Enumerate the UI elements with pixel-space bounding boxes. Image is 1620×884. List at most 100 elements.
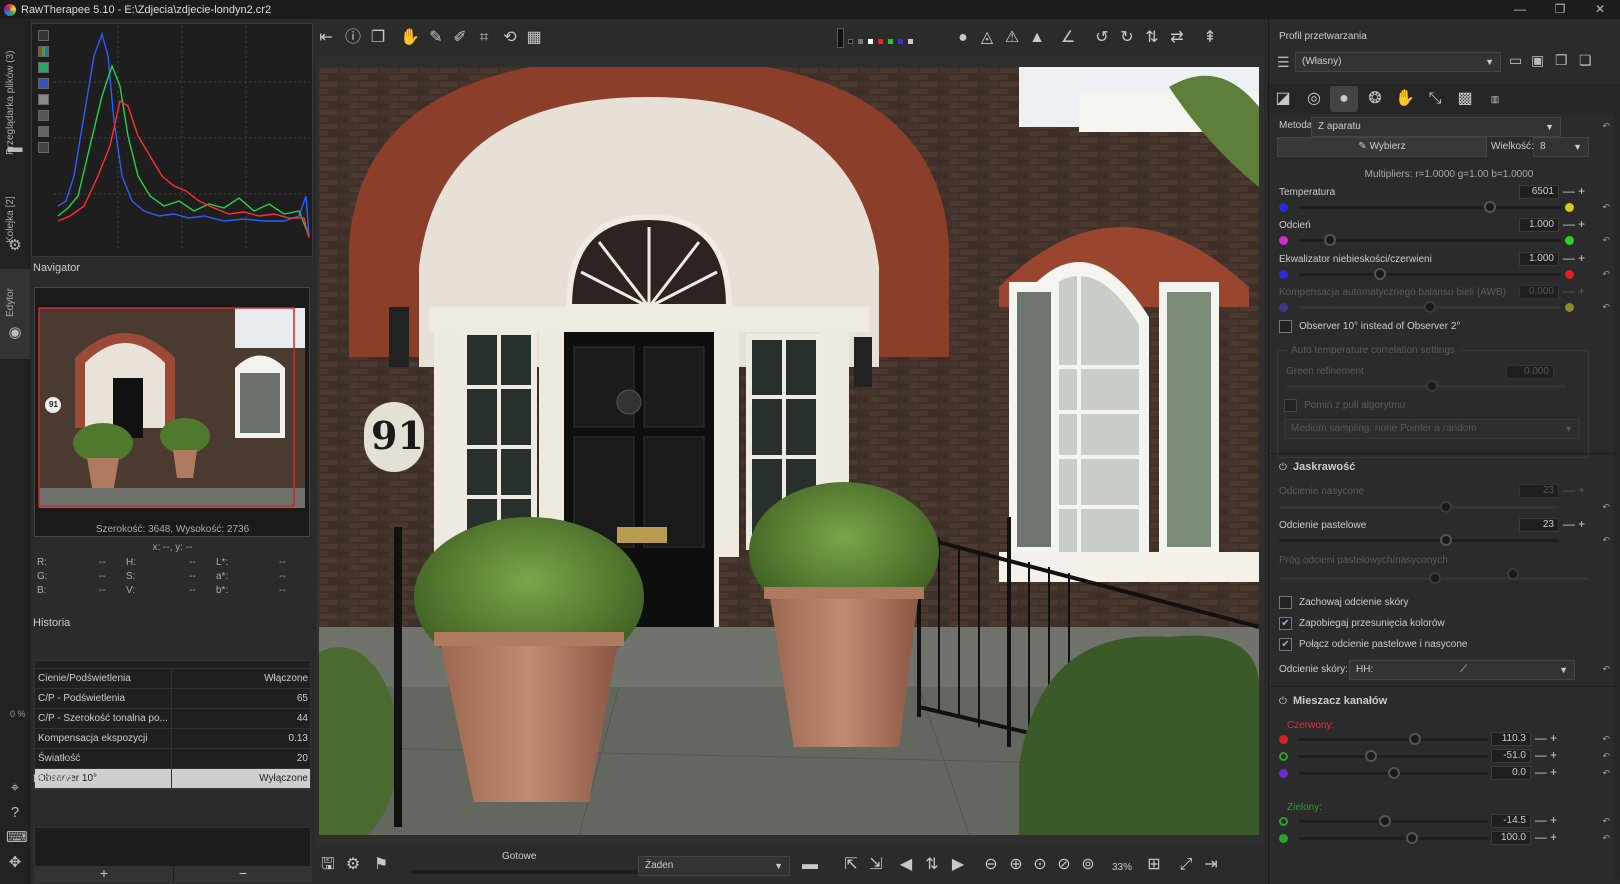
arrow-left-icon[interactable]: ◀ — [896, 855, 916, 875]
minus-plus-buttons[interactable]: — + — [1533, 831, 1559, 845]
zoom-fit-icon[interactable]: ⊙ — [1030, 855, 1050, 875]
tab-advanced-icon[interactable]: ❂ — [1365, 89, 1385, 109]
history-row[interactable]: Światłość 20 — [35, 749, 310, 769]
awb-compensation-slider[interactable] — [1299, 301, 1561, 313]
minus-plus-buttons[interactable]: — + — [1561, 518, 1587, 532]
navigator-preview[interactable]: 91 — [34, 287, 310, 537]
reset-icon[interactable]: ↶ — [1602, 833, 1610, 844]
saturated-tones-value[interactable]: 23 — [1519, 484, 1559, 498]
blue-red-equalizer-slider[interactable] — [1299, 268, 1561, 280]
minus-plus-buttons[interactable]: — + — [1561, 285, 1587, 299]
right-scrollbar[interactable] — [1614, 109, 1620, 879]
remove-snapshot-button[interactable]: − — [174, 866, 312, 882]
before-after-icon[interactable]: ❐ — [368, 28, 388, 48]
threshold-high-knob[interactable] — [1507, 568, 1519, 580]
slider-knob[interactable] — [1424, 301, 1436, 313]
add-snapshot-button[interactable]: + — [35, 866, 173, 882]
send-editor-icon[interactable]: ⚑ — [371, 855, 391, 875]
crop-icon[interactable]: ⌗ — [474, 28, 494, 48]
paste-profile-icon[interactable]: ❏ — [1579, 52, 1592, 69]
table-row[interactable] — [35, 661, 310, 669]
hide-left-panel-icon[interactable]: ⇤ — [316, 28, 336, 48]
snapshots-list[interactable]: + − — [34, 827, 312, 883]
queue-gear-icon[interactable]: ⚙ — [343, 855, 363, 875]
slider-knob[interactable] — [1379, 815, 1392, 827]
mixer-red-1-value[interactable]: -51.0 — [1491, 749, 1531, 763]
reset-icon[interactable]: ↶ — [1602, 269, 1610, 280]
mixer-red-0-slider[interactable] — [1299, 733, 1489, 745]
temperature-slider[interactable] — [1299, 201, 1561, 213]
slider-knob[interactable] — [1324, 234, 1336, 246]
reset-icon[interactable]: ↶ — [1602, 816, 1610, 827]
history-row[interactable]: Kompensacja ekspozycji 0.13 — [35, 729, 310, 749]
background-color-icon[interactable]: ▬ — [800, 855, 820, 875]
profile-list-icon[interactable]: ☰ — [1277, 54, 1290, 71]
gear-icon[interactable]: ⚙ — [6, 237, 24, 255]
slider-knob[interactable] — [1405, 832, 1418, 844]
tab-file-browser[interactable]: Przeglądarka plików (3) — [5, 31, 16, 156]
warning-icon[interactable]: ⚠ — [1002, 28, 1022, 48]
focus-mask-icon[interactable]: ● — [953, 28, 973, 48]
preview-mode-icon[interactable] — [837, 28, 844, 48]
bar-display-icon[interactable] — [38, 142, 49, 153]
close-button[interactable]: ✕ — [1580, 0, 1620, 19]
mixer-red-2-slider[interactable] — [1299, 767, 1489, 779]
channel-swatches[interactable] — [848, 39, 913, 44]
pastel-tones-slider[interactable] — [1279, 534, 1559, 546]
fullscreen-icon[interactable]: ⤢ — [1176, 855, 1196, 875]
info-icon[interactable]: ⓘ — [343, 28, 363, 48]
green-refinement-slider[interactable] — [1286, 380, 1566, 392]
power-icon[interactable]: ⏻ — [1279, 462, 1287, 473]
reset-icon[interactable]: ↶ — [1602, 121, 1610, 132]
maximize-button[interactable]: ❐ — [1540, 0, 1580, 19]
power-icon[interactable]: ⏻ — [1279, 696, 1287, 707]
tab-editor-active[interactable]: Edytor ◉ — [0, 269, 30, 359]
minus-plus-buttons[interactable]: — + — [1533, 766, 1559, 780]
arrow-right-icon[interactable]: ▶ — [948, 855, 968, 875]
zoom-in-icon[interactable]: ⊕ — [1006, 855, 1026, 875]
mixer-green-0-value[interactable]: -14.5 — [1491, 814, 1531, 828]
reset-icon[interactable]: ↶ — [1602, 302, 1610, 313]
minus-plus-buttons[interactable]: — + — [1561, 185, 1587, 199]
mixer-green-1-slider[interactable] — [1299, 832, 1489, 844]
rgb-channels-icon[interactable] — [38, 46, 49, 57]
color-picker-icon[interactable]: ✐ — [450, 28, 470, 48]
reset-icon[interactable]: ↶ — [1602, 734, 1610, 745]
add-pin-icon[interactable]: ⌖ — [6, 779, 24, 797]
mixer-red-0-value[interactable]: 110.3 — [1491, 732, 1531, 746]
vibrance-title[interactable]: Jaskrawość — [1293, 461, 1355, 473]
raw-histogram-icon[interactable] — [38, 126, 49, 137]
gamut-icon[interactable]: ∠ — [1058, 28, 1078, 48]
wb-method-select[interactable]: Z aparatu ▼ — [1311, 117, 1561, 137]
history-row[interactable]: C/P - Szerokość tonalna po... 44 — [35, 709, 310, 729]
hide-right-panel-icon[interactable]: ⇥ — [1201, 855, 1221, 875]
link-pastel-checkbox[interactable]: ✔ — [1279, 638, 1292, 651]
move-icon[interactable]: ✥ — [6, 854, 24, 872]
protect-skin-checkbox[interactable] — [1279, 596, 1292, 609]
zoom-crop-icon[interactable]: ⊘ — [1054, 855, 1074, 875]
history-row[interactable]: C/P - Podświetlenia 65 — [35, 689, 310, 709]
sync-icon[interactable]: ⇲ — [866, 855, 886, 875]
folder-icon[interactable]: ▬ — [6, 139, 24, 157]
slider-knob[interactable] — [1374, 268, 1386, 280]
wb-picker-icon[interactable]: ✎ — [426, 28, 446, 48]
tint-value[interactable]: 1.000 — [1519, 218, 1559, 232]
save-profile-icon[interactable]: ▣ — [1531, 52, 1544, 69]
flip-horizontal-icon[interactable]: ⇄ — [1167, 28, 1187, 48]
reset-icon[interactable]: ↶ — [1602, 202, 1610, 213]
mixer-red-2-value[interactable]: 0.0 — [1491, 766, 1531, 780]
histogram-toggle-icon[interactable] — [38, 30, 49, 41]
tint-slider[interactable] — [1299, 234, 1561, 246]
reset-icon[interactable]: ↶ — [1602, 768, 1610, 779]
highlight-clip-icon[interactable]: ▲ — [1027, 28, 1047, 48]
profile-select[interactable]: (Własny) ▼ — [1295, 52, 1501, 72]
tab-queue[interactable]: Kolejka [2] — [5, 179, 16, 243]
sort-icon[interactable]: ⇅ — [922, 855, 942, 875]
history-row[interactable]: Observer 10° Wyłączone — [35, 769, 310, 789]
minus-plus-buttons[interactable]: — + — [1533, 749, 1559, 763]
channel-mixer-title[interactable]: Mieszacz kanałów — [1293, 695, 1387, 707]
prev-image-icon[interactable]: ⇱ — [841, 855, 861, 875]
new-detail-window-icon[interactable]: ⊞ — [1144, 855, 1164, 875]
reset-icon[interactable]: ↶ — [1602, 502, 1610, 513]
minus-plus-buttons[interactable]: — + — [1561, 252, 1587, 266]
